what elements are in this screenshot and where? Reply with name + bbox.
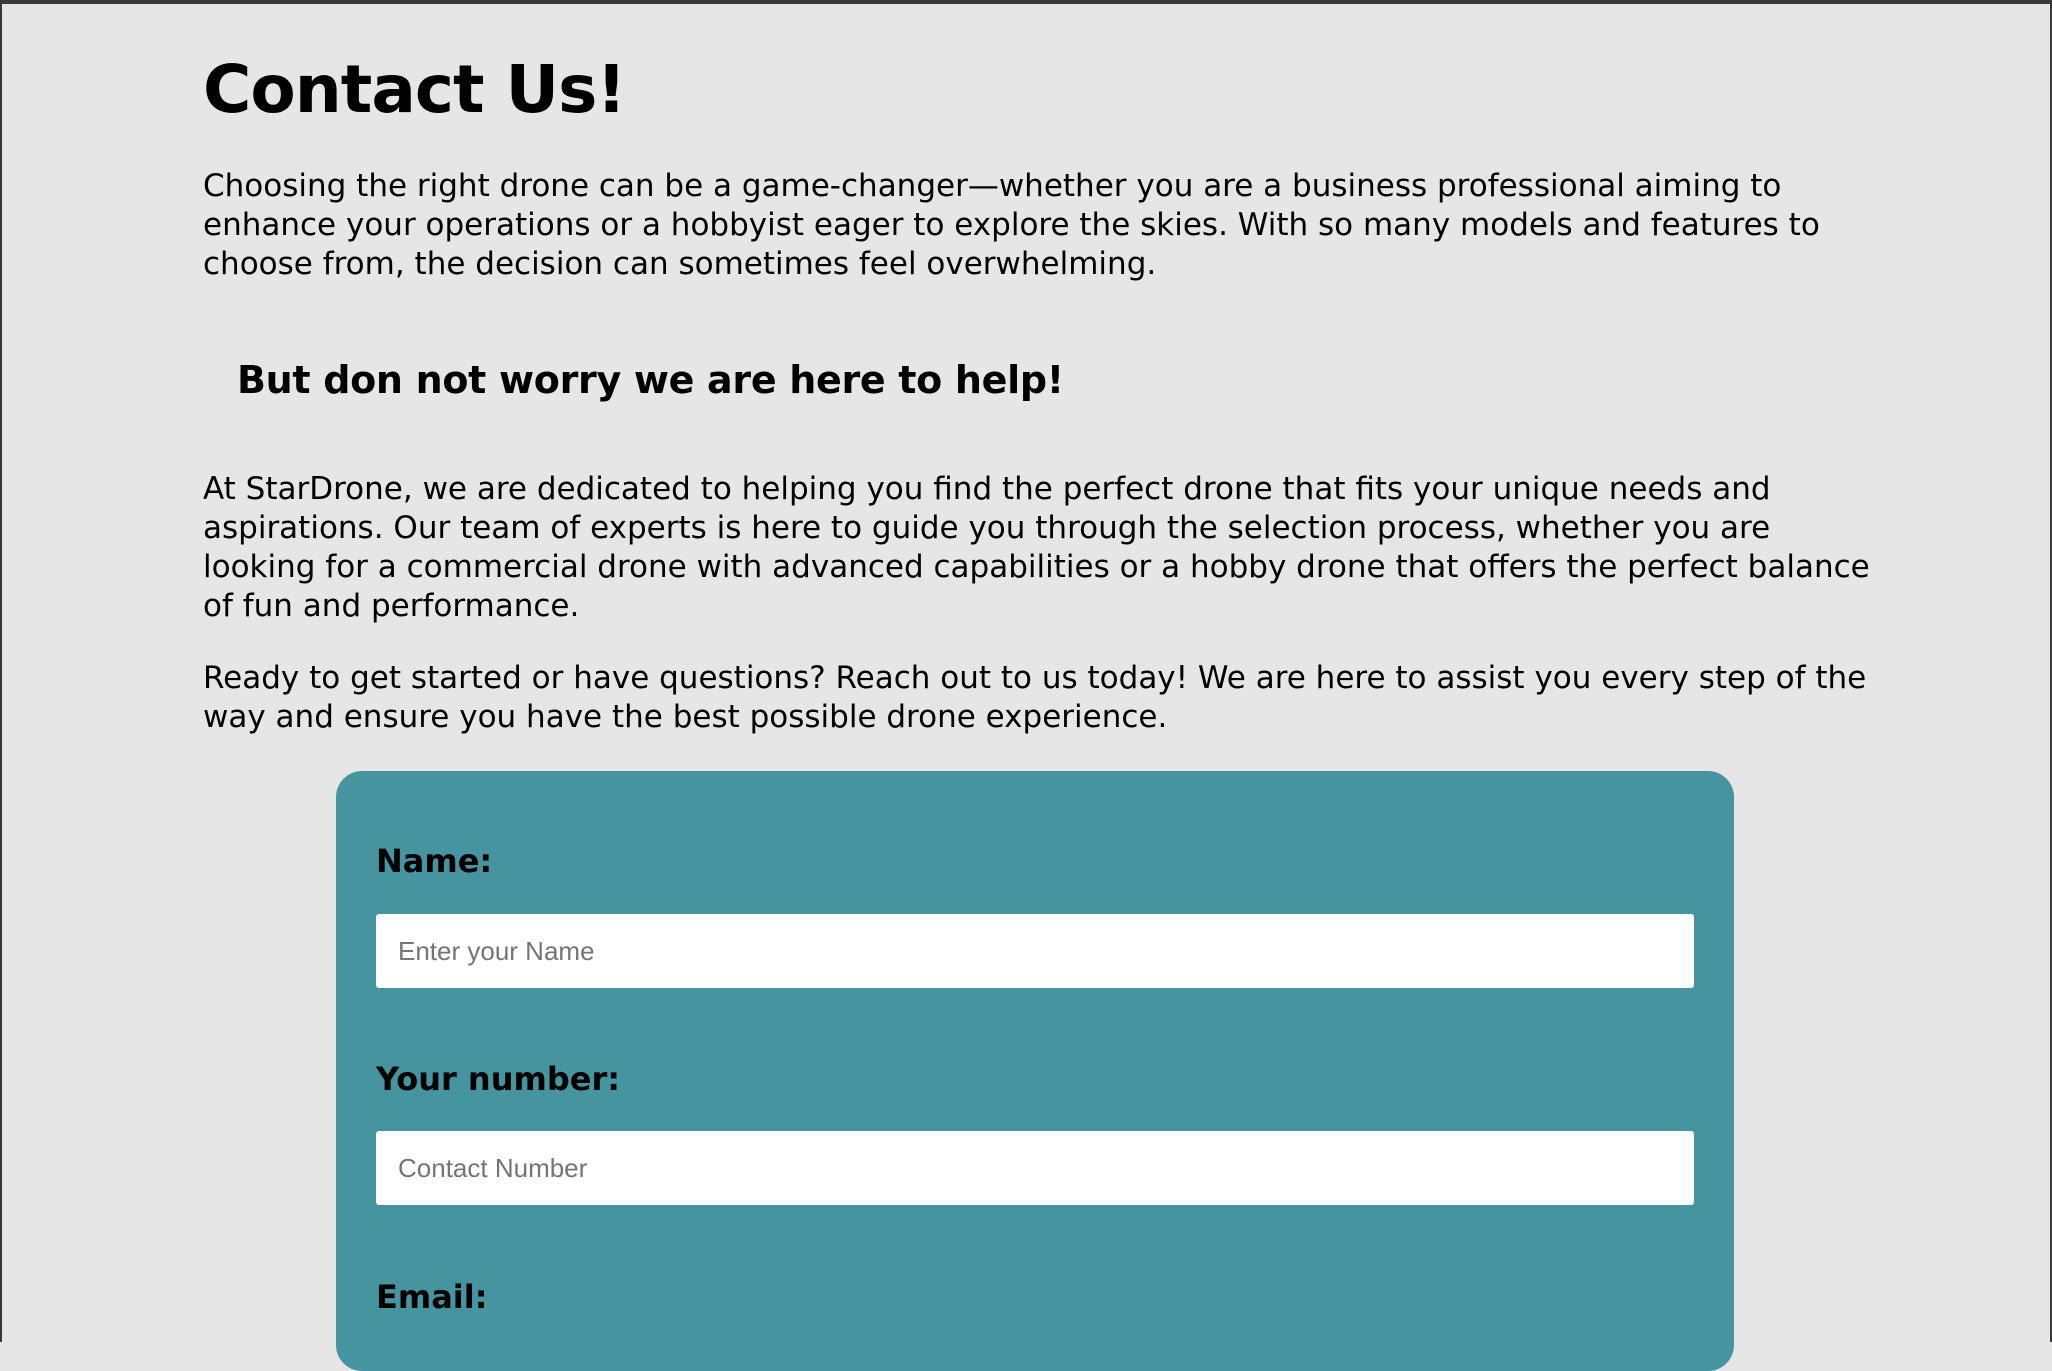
page-title: Contact Us! bbox=[203, 51, 626, 128]
number-label: Your number: bbox=[376, 1060, 621, 1098]
name-input[interactable] bbox=[376, 914, 1694, 988]
about-paragraph: At StarDrone, we are dedicated to helpin… bbox=[203, 471, 1870, 624]
number-input[interactable] bbox=[376, 1131, 1694, 1205]
intro-paragraph: Choosing the right drone can be a game-c… bbox=[203, 168, 1820, 282]
subheading: But don not worry we are here to help! bbox=[237, 358, 1064, 402]
name-label: Name: bbox=[376, 842, 493, 880]
ready-paragraph: Ready to get started or have questions? … bbox=[203, 660, 1867, 735]
contact-form: Name: Your number: Email: bbox=[336, 771, 1734, 1371]
email-label: Email: bbox=[376, 1278, 488, 1316]
